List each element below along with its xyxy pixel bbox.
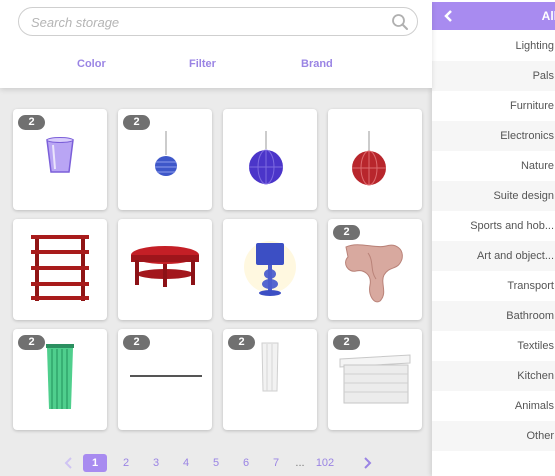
item-blue-pendant-lamp[interactable]: 2 [118, 109, 212, 210]
category-item[interactable]: Kitchen [432, 361, 555, 391]
item-green-curtain[interactable]: 2 [13, 329, 107, 430]
pagination: 1 2 3 4 5 6 7 ... 102 [0, 454, 432, 472]
category-item[interactable]: Furniture [432, 91, 555, 121]
category-item[interactable]: Other [432, 421, 555, 451]
item-rod[interactable]: 2 [118, 329, 212, 430]
category-item[interactable]: Lighting [432, 31, 555, 61]
page-3[interactable]: 3 [144, 454, 168, 472]
category-item[interactable]: Art and object... [432, 241, 555, 271]
category-sidebar: All Lighting Pals Furniture Electronics … [432, 0, 555, 476]
page-ellipsis: ... [295, 457, 305, 469]
page-2[interactable]: 2 [114, 454, 138, 472]
category-header: All [432, 2, 555, 30]
item-white-curtain[interactable]: 2 [223, 329, 317, 430]
globe-lamp-image [249, 131, 283, 185]
category-list: Lighting Pals Furniture Electronics Natu… [432, 31, 555, 451]
search-input[interactable] [31, 13, 381, 31]
next-page-icon[interactable] [360, 454, 374, 472]
category-item[interactable]: Sports and hob... [432, 211, 555, 241]
page-5[interactable]: 5 [204, 454, 228, 472]
item-white-chest[interactable]: 2 [328, 329, 422, 430]
chevron-left-icon[interactable] [442, 9, 456, 23]
category-item[interactable]: Textiles [432, 331, 555, 361]
category-item[interactable]: Pals [432, 61, 555, 91]
tab-color[interactable]: Color [77, 58, 106, 70]
page-4[interactable]: 4 [174, 454, 198, 472]
item-purple-globe-lamp[interactable] [223, 109, 317, 210]
category-item[interactable]: Transport [432, 271, 555, 301]
item-pink-scarf[interactable]: 2 [328, 219, 422, 320]
shelf-image [31, 235, 89, 301]
category-item[interactable]: Nature [432, 151, 555, 181]
tab-filter[interactable]: Filter [189, 58, 216, 70]
search-box[interactable] [18, 7, 418, 36]
tab-brand[interactable]: Brand [301, 58, 333, 70]
item-red-globe-lamp[interactable] [328, 109, 422, 210]
count-badge: 2 [18, 115, 45, 130]
prev-page-icon[interactable] [62, 454, 76, 472]
count-badge: 2 [123, 335, 150, 350]
item-glass-cup[interactable]: 2 [13, 109, 107, 210]
page-1[interactable]: 1 [83, 454, 107, 472]
page-6[interactable]: 6 [234, 454, 258, 472]
page-7[interactable]: 7 [264, 454, 288, 472]
table-lamp-image [244, 241, 296, 296]
item-red-shelf[interactable] [13, 219, 107, 320]
globe-lamp-image [352, 131, 386, 186]
category-item[interactable]: Bathroom [432, 301, 555, 331]
count-badge: 2 [333, 225, 360, 240]
count-badge: 2 [228, 335, 255, 350]
storage-panel: Color Filter Brand 2 2 [0, 0, 432, 476]
search-icon[interactable] [391, 13, 409, 31]
category-item[interactable]: Suite design [432, 181, 555, 211]
count-badge: 2 [333, 335, 360, 350]
item-grid: 2 2 2 2 2 2 2 [13, 109, 425, 430]
coffee-table-image [131, 246, 199, 287]
category-title: All [541, 9, 555, 23]
item-red-coffee-table[interactable] [118, 219, 212, 320]
page-last[interactable]: 102 [310, 454, 340, 472]
category-item[interactable]: Animals [432, 391, 555, 421]
count-badge: 2 [18, 335, 45, 350]
item-blue-table-lamp[interactable] [223, 219, 317, 320]
count-badge: 2 [123, 115, 150, 130]
storage-toolbar: Color Filter Brand [0, 0, 432, 88]
category-item[interactable]: Electronics [432, 121, 555, 151]
